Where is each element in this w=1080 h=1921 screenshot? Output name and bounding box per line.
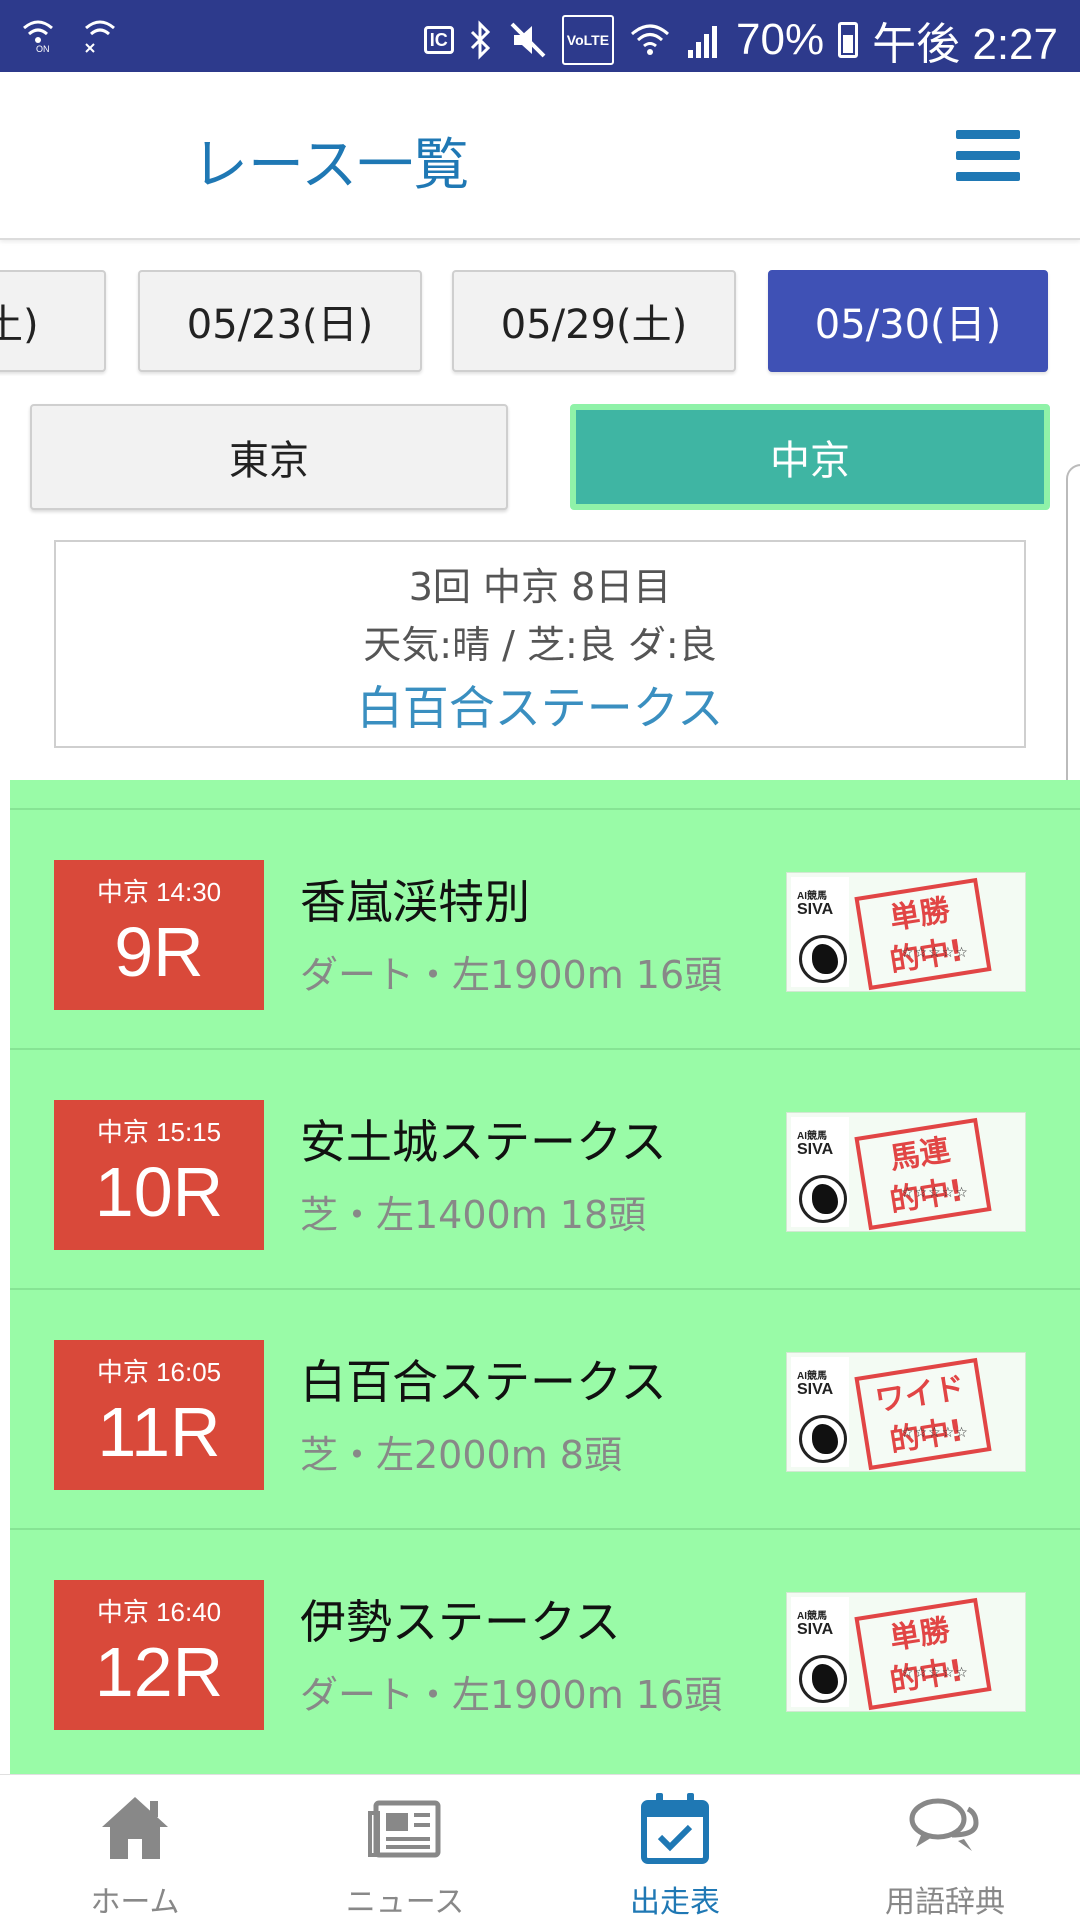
date-selector: (土) 05/23(日) 05/29(土) 05/30(日) [0, 270, 1080, 376]
race-detail: 芝・左2000m 8頭 [300, 1433, 622, 1477]
race-badge: 中京 14:30 9R [54, 860, 264, 1010]
race-list: 中京 14:30 9R 香嵐渓特別 ダート・左1900m 16頭 AI競馬 SI… [10, 780, 1080, 1774]
siva-hit-logo: AI競馬 SIVA 単勝 的中! ☆☆☆☆☆ [786, 1592, 1026, 1712]
ic-card-icon: IC [423, 26, 454, 54]
date-button-0530[interactable]: 05/30(日) [768, 270, 1048, 372]
horse-icon [799, 1655, 847, 1703]
status-bar: ON IC VoLTE 70% 午後 2:27 [0, 0, 1080, 72]
siva-brand: AI競馬 SIVA [791, 1597, 849, 1707]
nav-race-card[interactable]: 出走表 [540, 1775, 810, 1921]
hit-stamp: ワイド 的中! [854, 1357, 992, 1471]
star-rating: ☆☆☆☆☆ [901, 1185, 969, 1201]
signal-icon [688, 26, 718, 58]
wifi-icon [631, 24, 670, 55]
race-name: 白百合ステークス [300, 1355, 667, 1409]
nav-glossary[interactable]: 用語辞典 [810, 1775, 1080, 1921]
race-detail: ダート・左1900m 16頭 [300, 1673, 723, 1717]
race-name: 香嵐渓特別 [300, 875, 530, 929]
siva-hit-logo: AI競馬 SIVA 単勝 的中! ☆☆☆☆☆ [786, 872, 1026, 992]
meeting-session: 3回 中京 8日目 [408, 565, 672, 609]
hit-stamp: 馬連 的中! [854, 1117, 992, 1231]
star-rating: ☆☆☆☆☆ [901, 1665, 969, 1681]
bottom-navigation: ホーム ニュース 出走表 用語辞典 [0, 1774, 1080, 1920]
nav-home[interactable]: ホーム [0, 1775, 270, 1921]
date-button-partial[interactable]: (土) [0, 270, 106, 372]
venue-button-tokyo[interactable]: 東京 [30, 404, 508, 510]
race-row-11r[interactable]: 中京 16:05 11R 白百合ステークス 芝・左2000m 8頭 AI競馬 S… [10, 1288, 1080, 1528]
race-row-9r[interactable]: 中京 14:30 9R 香嵐渓特別 ダート・左1900m 16頭 AI競馬 SI… [10, 808, 1080, 1048]
wifi-call-on-icon: ON [23, 20, 53, 54]
page-title: レース一覧 [192, 133, 470, 198]
app-bar: レース一覧 [0, 72, 1080, 240]
race-time: 中京 16:40 [96, 1597, 222, 1627]
hamburger-menu-icon[interactable] [956, 130, 1020, 182]
hit-stamp: 単勝 的中! [854, 1597, 992, 1711]
clock: 午後 2:27 [872, 20, 1058, 69]
wifi-off-icon [85, 20, 115, 53]
nav-label: ホーム [90, 1885, 180, 1920]
race-name: 安土城ステークス [300, 1115, 667, 1169]
race-row-10r[interactable]: 中京 15:15 10R 安土城ステークス 芝・左1400m 18頭 AI競馬 … [10, 1048, 1080, 1288]
date-button-0523[interactable]: 05/23(日) [138, 270, 422, 372]
horse-icon [799, 935, 847, 983]
race-detail: 芝・左1400m 18頭 [300, 1193, 647, 1237]
star-rating: ☆☆☆☆☆ [901, 945, 969, 961]
siva-brand: AI競馬 SIVA [791, 1117, 849, 1227]
status-left: ON [18, 14, 120, 54]
star-rating: ☆☆☆☆☆ [901, 1425, 969, 1441]
feature-race-link[interactable]: 白百合ステークス [56, 672, 1024, 738]
bluetooth-icon [470, 20, 490, 60]
race-badge: 中京 15:15 10R [54, 1100, 264, 1250]
status-right: IC VoLTE 70% 午後 2:27 [423, 8, 1058, 72]
volte-icon: VoLTE [561, 15, 615, 65]
track-conditions: 天気:晴 / 芝:良 ダ:良 [363, 623, 717, 667]
horse-icon [799, 1415, 847, 1463]
nav-label: ニュース [345, 1885, 465, 1920]
siva-brand: AI競馬 SIVA [791, 1357, 849, 1467]
race-row-12r[interactable]: 中京 16:40 12R 伊勢ステークス ダート・左1900m 16頭 AI競馬… [10, 1528, 1080, 1768]
home-icon [102, 1797, 168, 1859]
chat-bubbles-icon [909, 1798, 979, 1851]
race-time: 中京 15:15 [96, 1117, 222, 1147]
newspaper-icon [368, 1800, 441, 1858]
horse-icon [799, 1175, 847, 1223]
date-button-0529[interactable]: 05/29(土) [452, 270, 736, 372]
race-number: 9R [114, 913, 204, 991]
nav-label: 出走表 [630, 1885, 720, 1920]
battery-icon [838, 22, 859, 58]
siva-brand: AI競馬 SIVA [791, 877, 849, 987]
race-number: 11R [97, 1393, 221, 1471]
hit-stamp: 単勝 的中! [854, 877, 992, 991]
nav-news[interactable]: ニュース [270, 1775, 540, 1921]
meeting-info-box: 3回 中京 8日目 天気:晴 / 芝:良 ダ:良 白百合ステークス [54, 540, 1026, 748]
race-badge: 中京 16:05 11R [54, 1340, 264, 1490]
mute-icon [510, 22, 546, 58]
battery-percent: 70% [736, 15, 825, 64]
calendar-check-icon [641, 1793, 709, 1864]
nav-label: 用語辞典 [885, 1885, 1005, 1920]
race-time: 中京 16:05 [96, 1357, 222, 1387]
siva-hit-logo: AI競馬 SIVA ワイド 的中! ☆☆☆☆☆ [786, 1352, 1026, 1472]
svg-text:ON: ON [36, 44, 50, 54]
venue-button-chukyo[interactable]: 中京 [570, 404, 1050, 510]
siva-hit-logo: AI競馬 SIVA 馬連 的中! ☆☆☆☆☆ [786, 1112, 1026, 1232]
race-number: 10R [94, 1153, 224, 1231]
race-time: 中京 14:30 [96, 877, 222, 907]
race-detail: ダート・左1900m 16頭 [300, 953, 723, 997]
race-name: 伊勢ステークス [300, 1595, 621, 1649]
race-badge: 中京 16:40 12R [54, 1580, 264, 1730]
race-number: 12R [94, 1633, 224, 1711]
